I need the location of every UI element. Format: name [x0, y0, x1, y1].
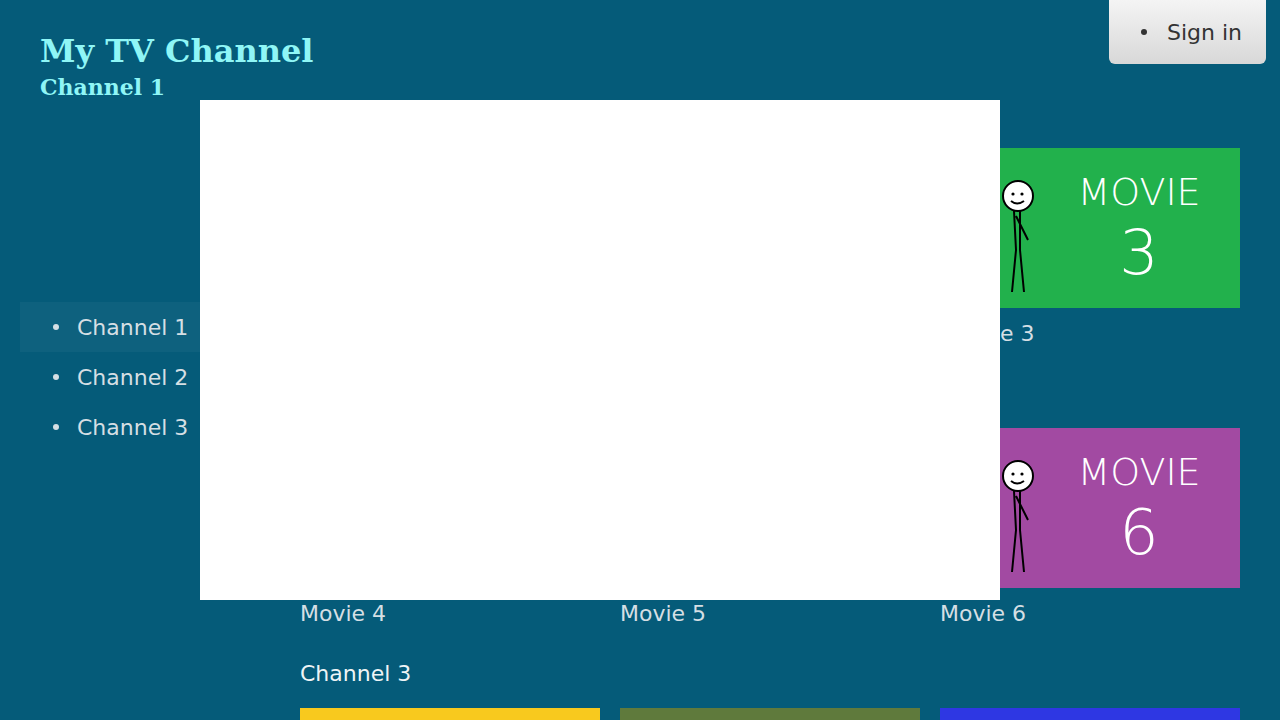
movie-strip	[300, 708, 1240, 720]
sign-in-button[interactable]: Sign in	[1109, 0, 1266, 64]
stick-figure-icon	[998, 180, 1038, 298]
movie-row: Channel 3	[300, 662, 1240, 720]
movie-thumbnail[interactable]	[620, 708, 920, 720]
movie-thumbnail[interactable]	[940, 708, 1240, 720]
tv-app: My TV ChannelChannel 1 Sign in Channel 1 Ch…	[0, 0, 1280, 720]
bullet-icon	[1141, 29, 1147, 35]
bullet-icon	[53, 424, 59, 430]
bullet-icon	[53, 324, 59, 330]
channel-subtitle: Channel 1	[40, 72, 313, 102]
poster-number: 6	[1119, 496, 1158, 570]
app-title: My TV Channel	[40, 30, 313, 72]
movie-thumbnail[interactable]	[300, 708, 600, 720]
poster-text: MOVIE3	[1038, 148, 1240, 290]
title-block: My TV ChannelChannel 1	[40, 0, 313, 102]
bullet-icon	[53, 374, 59, 380]
header: My TV ChannelChannel 1 Sign in	[0, 0, 1280, 102]
poster-title: MOVIE	[1077, 448, 1200, 496]
stick-figure-icon	[998, 460, 1038, 578]
poster-title: MOVIE	[1077, 168, 1200, 216]
movie-tile[interactable]	[620, 708, 920, 720]
movie-tile[interactable]	[940, 708, 1240, 720]
modal-dialog[interactable]	[200, 100, 1000, 600]
poster-text: MOVIE6	[1038, 428, 1240, 570]
poster-number: 3	[1119, 216, 1158, 290]
movie-tile[interactable]	[300, 708, 600, 720]
row-heading: Channel 3	[300, 662, 1240, 708]
